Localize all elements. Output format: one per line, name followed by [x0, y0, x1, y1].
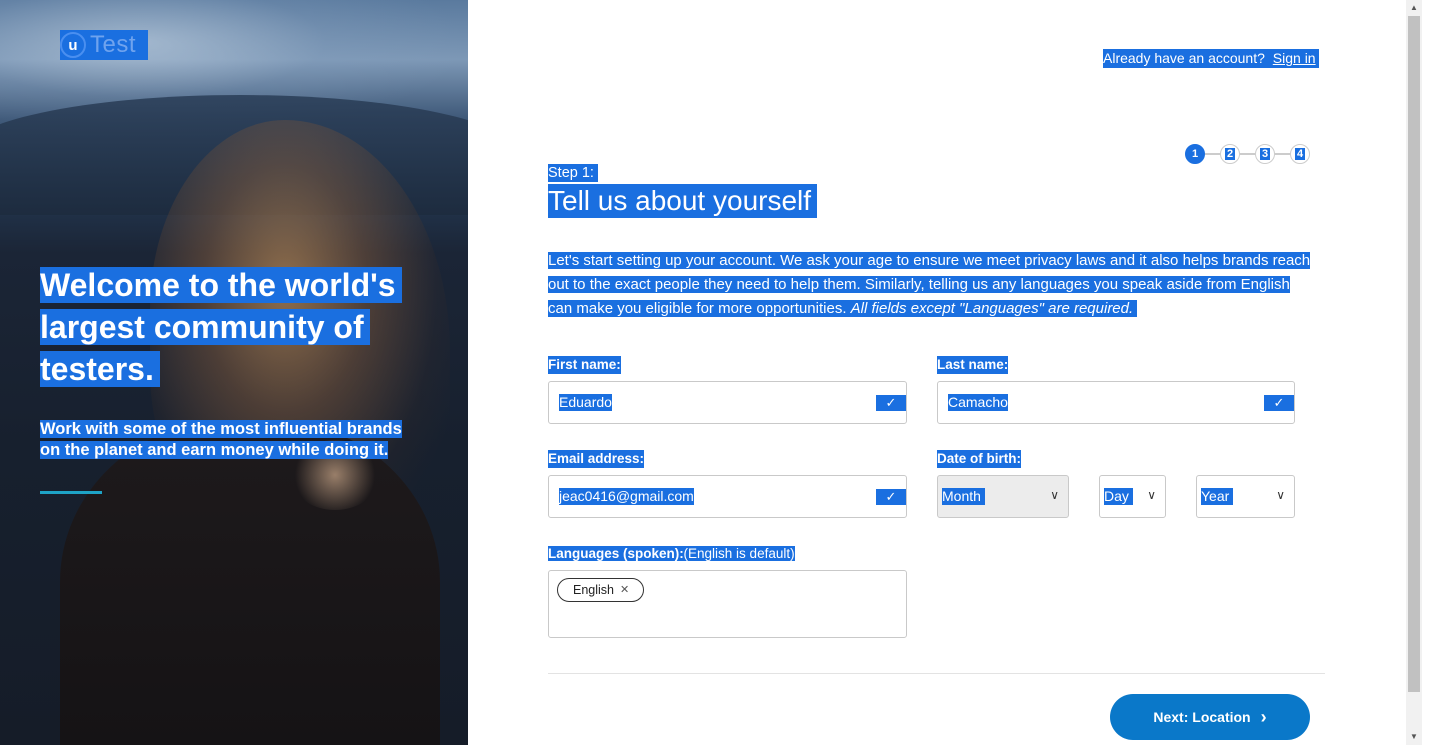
- hero-person-body: [60, 420, 440, 745]
- step-connector: [1205, 153, 1220, 155]
- hero-subtitle-line: on the planet and earn money while doing…: [40, 441, 389, 459]
- scrollbar-thumb[interactable]: [1408, 16, 1420, 692]
- logo-mark: u: [60, 32, 86, 58]
- dob-day-select[interactable]: Day ∨: [1099, 475, 1166, 518]
- step-3-dot: 3: [1255, 144, 1275, 164]
- page-title: Tell us about yourself: [548, 184, 818, 218]
- progress-stepper: 1 2 3 4: [1185, 144, 1310, 164]
- logo-word: Test: [90, 31, 137, 58]
- scroll-up-arrow-icon[interactable]: ▲: [1406, 0, 1422, 16]
- step-label: Step 1:: [548, 164, 598, 182]
- step-1-dot: 1: [1185, 144, 1205, 164]
- chevron-right-icon: ›: [1260, 706, 1267, 727]
- check-icon: ✓: [876, 489, 906, 505]
- dob-day-value: Day: [1104, 488, 1133, 505]
- hero-title: Welcome to the world's largest community…: [40, 264, 420, 390]
- next-button[interactable]: Next: Location ›: [1110, 694, 1310, 740]
- signin-question: Already have an account?: [1103, 50, 1265, 66]
- step-2-number: 2: [1224, 148, 1236, 160]
- hero-subtitle-line: Work with some of the most influential b…: [40, 420, 402, 438]
- signin-link[interactable]: Sign in: [1273, 50, 1316, 66]
- languages-hint: (English is default): [683, 546, 795, 561]
- scroll-down-arrow-icon[interactable]: ▼: [1406, 729, 1422, 745]
- hero-title-line: testers.: [40, 351, 160, 387]
- dob-month-value: Month: [942, 488, 985, 505]
- dob-label: Date of birth:: [937, 450, 1021, 468]
- language-chip-label: English: [573, 583, 614, 597]
- step-3-number: 3: [1259, 148, 1271, 160]
- step-4-number: 4: [1294, 148, 1306, 160]
- languages-label: Languages (spoken): (English is default): [548, 545, 795, 563]
- email-value: jeac0416@gmail.com: [559, 488, 694, 505]
- first-name-field[interactable]: Eduardo ✓: [548, 381, 907, 424]
- hero-title-line: Welcome to the world's: [40, 267, 402, 303]
- utest-logo[interactable]: u Test: [60, 30, 148, 60]
- last-name-label: Last name:: [937, 356, 1009, 374]
- first-name-label: First name:: [548, 356, 621, 374]
- email-label: Email address:: [548, 450, 645, 468]
- next-button-label: Next: Location: [1153, 709, 1251, 725]
- first-name-value: Eduardo: [559, 394, 612, 411]
- dob-month-select[interactable]: Month ∨: [937, 475, 1069, 518]
- languages-label-text: Languages (spoken):: [548, 546, 684, 561]
- last-name-value: Camacho: [948, 394, 1008, 411]
- hero-panel: u Test Welcome to the world's largest co…: [0, 0, 468, 745]
- hero-title-line: largest community of: [40, 309, 370, 345]
- close-icon[interactable]: ✕: [620, 579, 629, 601]
- language-chip[interactable]: English ✕: [557, 578, 645, 602]
- chevron-down-icon: ∨: [1276, 488, 1285, 502]
- dob-year-value: Year: [1201, 488, 1234, 505]
- chevron-down-icon: ∨: [1147, 488, 1156, 502]
- hero-accent-bar: [40, 491, 102, 494]
- step-connector: [1275, 153, 1290, 155]
- email-field[interactable]: jeac0416@gmail.com ✓: [548, 475, 907, 518]
- check-icon: ✓: [1264, 395, 1294, 411]
- step-connector: [1240, 153, 1255, 155]
- chevron-down-icon: ∨: [1050, 488, 1059, 502]
- languages-input[interactable]: English ✕: [548, 570, 907, 638]
- page-scrollbar[interactable]: ▲ ▼: [1406, 0, 1422, 745]
- step-4-dot: 4: [1290, 144, 1310, 164]
- signin-prompt: Already have an account? Sign in: [1103, 49, 1319, 68]
- form-divider: [548, 673, 1325, 674]
- required-note: All fields except "Languages" are requir…: [850, 300, 1134, 317]
- intro-paragraph: Let's start setting up your account. We …: [548, 249, 1318, 321]
- intro-trailing-space: [1133, 300, 1138, 317]
- dob-year-select[interactable]: Year ∨: [1196, 475, 1295, 518]
- hero-subtitle: Work with some of the most influential b…: [40, 419, 450, 461]
- last-name-field[interactable]: Camacho ✓: [937, 381, 1295, 424]
- step-2-dot: 2: [1220, 144, 1240, 164]
- check-icon: ✓: [876, 395, 906, 411]
